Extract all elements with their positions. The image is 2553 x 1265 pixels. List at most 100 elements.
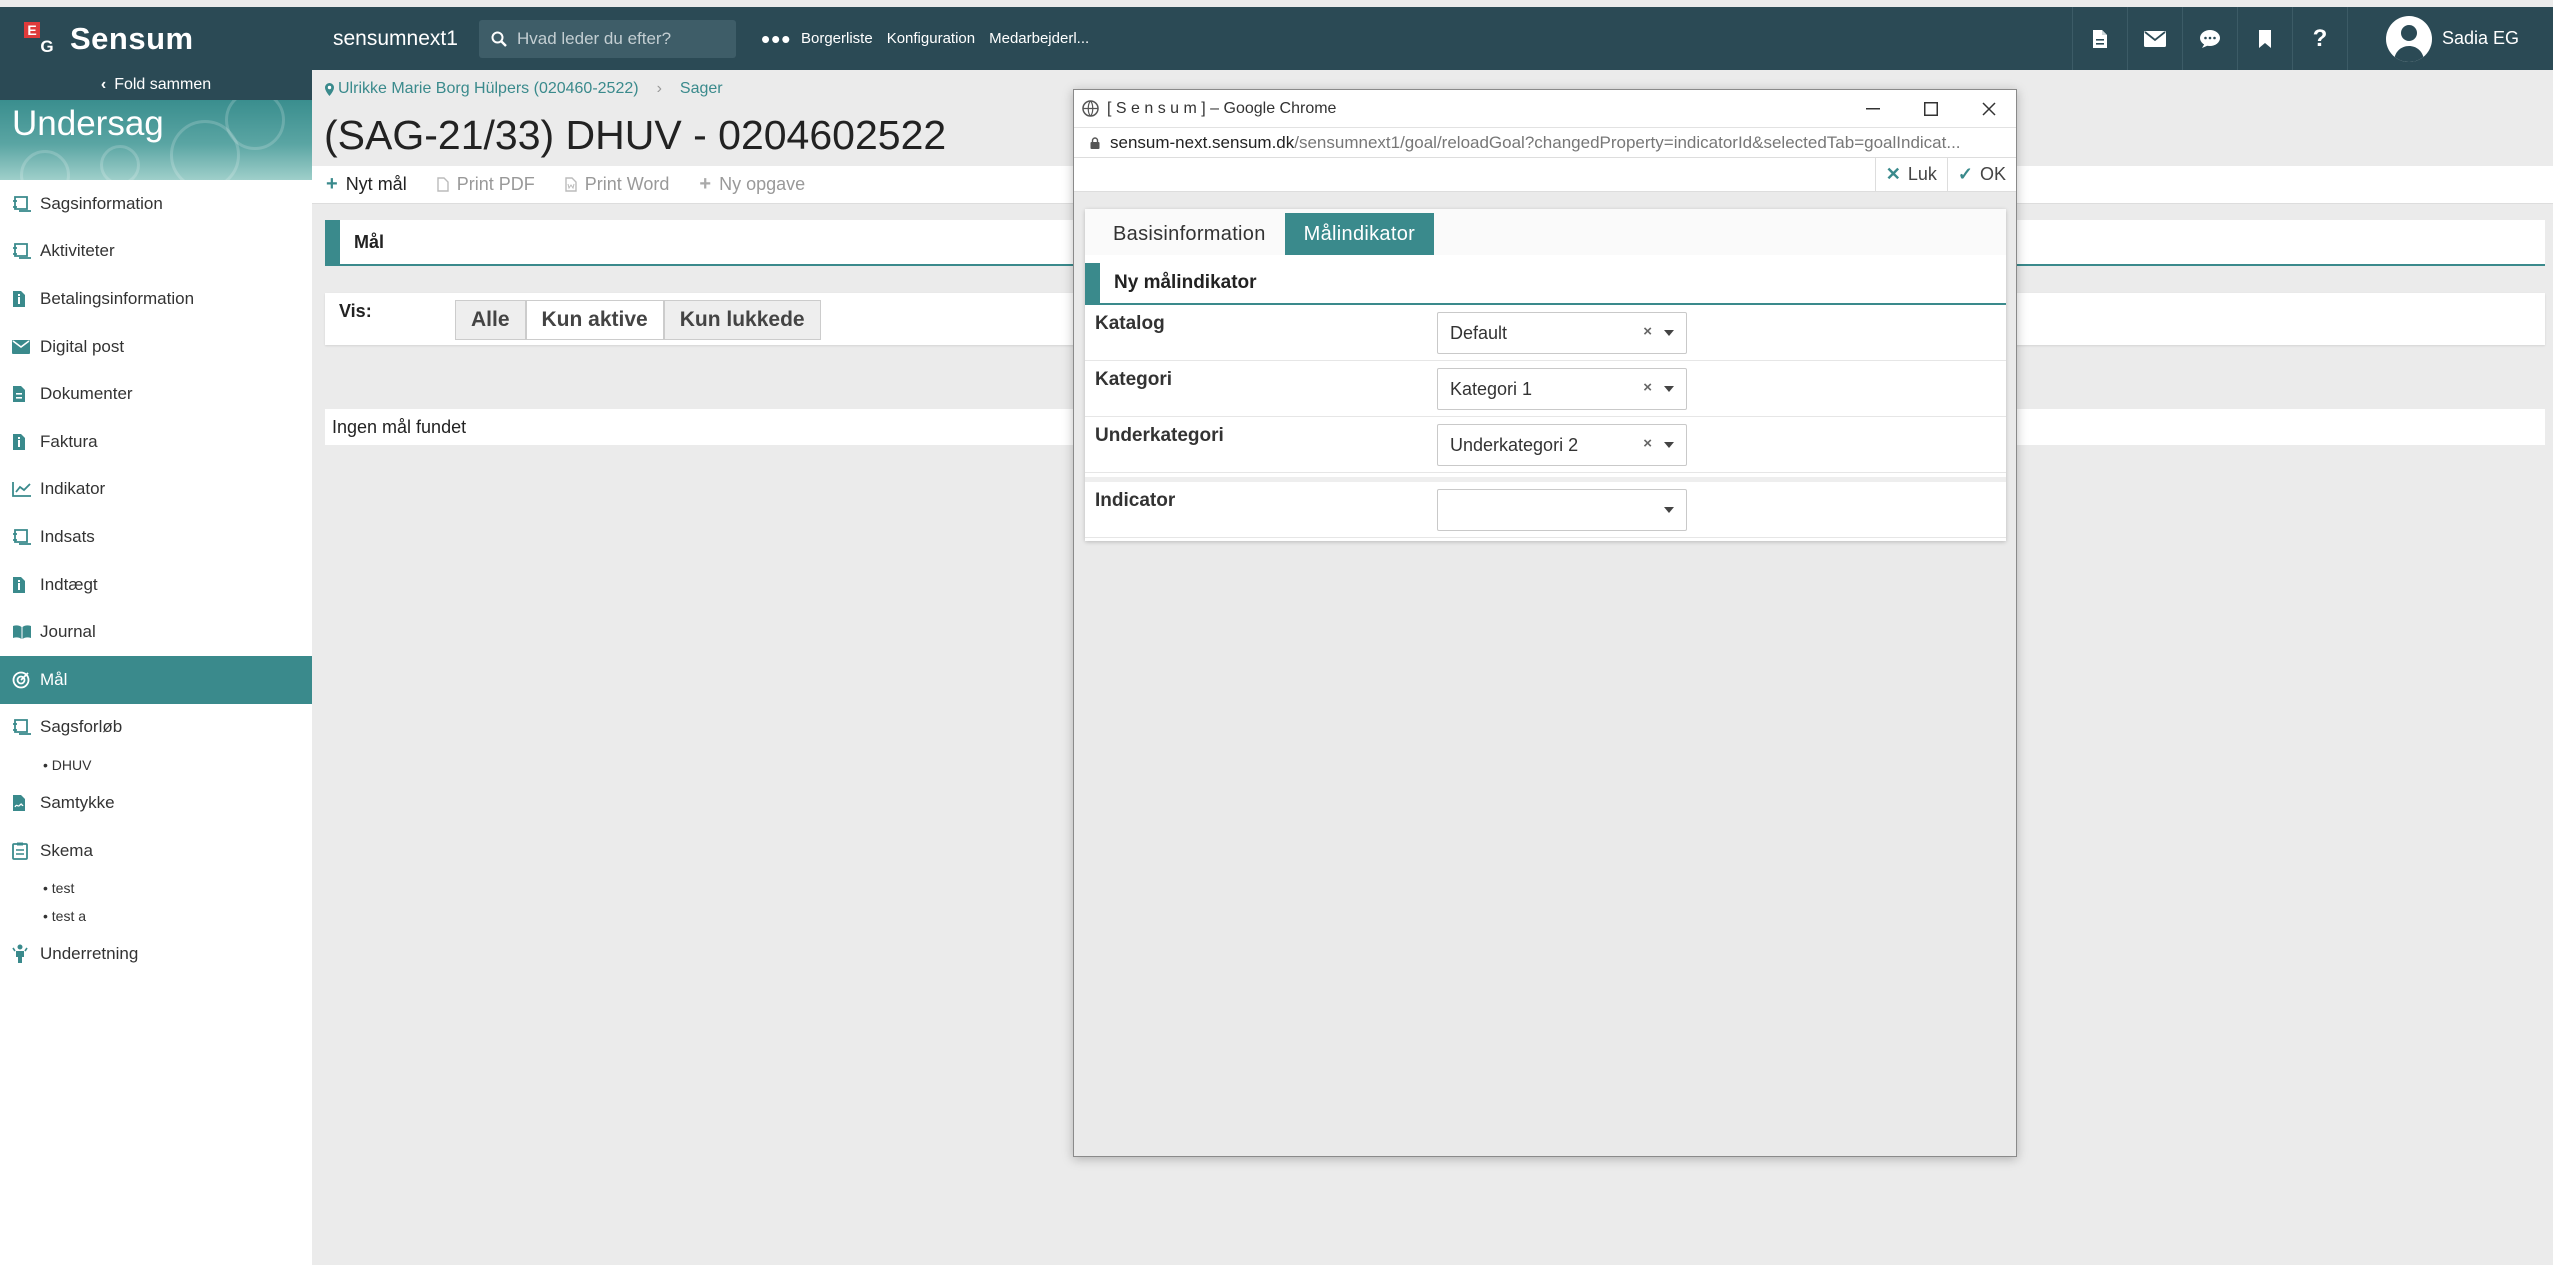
sidebar-item-label: Sagsforløb [40, 717, 123, 737]
sidebar-item-indtaegt[interactable]: Indtægt [0, 561, 312, 609]
clear-icon[interactable]: × [1643, 435, 1652, 452]
page-title: (SAG-21/33) DHUV - 0204602522 [324, 112, 947, 158]
breadcrumb-person[interactable]: Ulrikke Marie Borg Hülpers (020460-2522) [338, 80, 639, 98]
sidebar-item-indikator[interactable]: Indikator [0, 466, 312, 514]
sidebar-nav: Sagsinformation Aktiviteter Betalingsinf… [0, 180, 312, 978]
document-icon [2092, 29, 2107, 48]
help-button[interactable]: ? [2291, 7, 2347, 70]
ok-label: OK [1979, 164, 2006, 184]
sidebar-item-digital-post[interactable]: Digital post [0, 323, 312, 371]
ok-button[interactable]: ✓ OK [1946, 157, 2016, 192]
sidebar-item-label: Indsats [40, 526, 95, 546]
sidebar-item-sagsinformation[interactable]: Sagsinformation [0, 180, 312, 228]
document-icon [13, 386, 25, 403]
kategori-label: Kategori [1095, 369, 1173, 390]
tab-maalindikator[interactable]: Målindikator [1284, 213, 1435, 255]
caret-down-icon [1664, 442, 1674, 448]
case-type-banner: Undersag [0, 100, 312, 180]
sidebar-subitem-dhuv[interactable]: • DHUV [0, 751, 312, 779]
signature-icon [13, 794, 25, 811]
sidebar-subitem-test[interactable]: • test [0, 874, 312, 902]
katalog-row: Katalog Default × [1085, 305, 2006, 361]
tab-basisinformation[interactable]: Basisinformation [1094, 213, 1285, 255]
sidebar-item-maal[interactable]: Mål [0, 655, 312, 704]
documents-button[interactable] [2071, 7, 2127, 70]
popup-window-title: [ S e n s u m ] – Google Chrome [1107, 99, 1337, 117]
print-word-label: Print Word [584, 174, 670, 194]
new-goal-button[interactable]: + Nyt mål [326, 173, 407, 196]
search-box[interactable] [479, 19, 736, 58]
clear-icon[interactable]: × [1643, 379, 1652, 396]
address-bar[interactable]: sensum-next.sensum.dk/sensumnext1/goal/r… [1074, 128, 2016, 158]
sidebar-item-label: Indikator [40, 479, 106, 499]
document-info-icon [13, 576, 25, 593]
caret-down-icon [1664, 386, 1674, 392]
user-icon [2393, 24, 2424, 62]
close-dialog-button[interactable]: ✕ Luk [1874, 157, 1947, 192]
sidebar-item-aktiviteter[interactable]: Aktiviteter [0, 228, 312, 276]
breadcrumb-sager[interactable]: Sager [680, 80, 723, 98]
section-title: Ny målindikator [1085, 263, 2006, 305]
nav-link-konfiguration[interactable]: Konfiguration [887, 30, 975, 47]
close-window-button[interactable] [1960, 90, 2018, 128]
sidebar-item-underretning[interactable]: Underretning [0, 930, 312, 978]
case-icon [13, 529, 31, 545]
search-input[interactable] [517, 28, 717, 49]
sidebar-item-betalingsinformation[interactable]: Betalingsinformation [0, 275, 312, 323]
user-menu[interactable]: Sadia EG [2346, 7, 2553, 70]
eg-logo-icon: EG [24, 21, 58, 56]
sidebar-item-skema[interactable]: Skema [0, 827, 312, 875]
top-navigation-bar: EG Sensum sensumnext1 ••• Borgerliste Ko… [0, 7, 2553, 70]
app-logo[interactable]: EG Sensum [0, 7, 312, 70]
print-pdf-button[interactable]: Print PDF [437, 174, 535, 195]
chrome-globe-icon [1082, 100, 1099, 117]
messages-button[interactable] [2126, 7, 2182, 70]
check-icon: ✓ [1957, 164, 1973, 184]
fold-sidebar-button[interactable]: ‹ Fold sammen [0, 70, 312, 100]
url-host: sensum-next.sensum.dk [1110, 132, 1295, 152]
file-pdf-icon [437, 177, 449, 192]
katalog-select[interactable]: Default × [1437, 312, 1687, 354]
bookmarks-button[interactable] [2236, 7, 2292, 70]
sidebar-item-indsats[interactable]: Indsats [0, 513, 312, 561]
minimize-button[interactable] [1844, 90, 1902, 128]
chevron-left-icon: ‹ [100, 76, 107, 93]
plus-icon: + [326, 173, 338, 195]
form-tabs: Basisinformation Målindikator [1085, 209, 2006, 255]
document-info-icon [13, 433, 25, 450]
clear-icon[interactable]: × [1643, 323, 1652, 340]
close-icon: ✕ [1885, 164, 1901, 184]
filter-active-only-button[interactable]: Kun aktive [525, 300, 664, 340]
chat-bubble-icon [2199, 29, 2220, 48]
print-word-button[interactable]: Print Word [565, 174, 670, 195]
indicator-row: Indicator [1085, 477, 2006, 538]
case-icon [13, 243, 31, 260]
underkategori-value: Underkategori 2 [1450, 434, 1579, 455]
sidebar-item-faktura[interactable]: Faktura [0, 418, 312, 466]
filter-closed-only-button[interactable]: Kun lukkede [663, 300, 821, 340]
sidebar-item-samtykke[interactable]: Samtykke [0, 779, 312, 827]
underkategori-label: Underkategori [1095, 425, 1224, 446]
kategori-select[interactable]: Kategori 1 × [1437, 368, 1687, 410]
maximize-button[interactable] [1902, 90, 1960, 128]
sidebar-subitem-test-a[interactable]: • test a [0, 902, 312, 930]
filter-label: Vis: [339, 301, 372, 321]
underkategori-select[interactable]: Underkategori 2 × [1437, 424, 1687, 466]
chat-button[interactable] [2181, 7, 2237, 70]
nav-link-borgerliste[interactable]: Borgerliste [801, 30, 873, 47]
more-menu-button[interactable]: ••• [761, 26, 801, 52]
nav-link-medarbejderliste[interactable]: Medarbejderl... [989, 30, 1089, 47]
breadcrumb: Ulrikke Marie Borg Hülpers (020460-2522)… [325, 80, 723, 98]
sidebar-item-dokumenter[interactable]: Dokumenter [0, 370, 312, 418]
user-name: Sadia EG [2441, 28, 2519, 48]
sidebar-item-sagsforlob[interactable]: Sagsforløb [0, 704, 312, 752]
sidebar-item-journal[interactable]: Journal [0, 608, 312, 656]
goal-indicator-form: Basisinformation Målindikator Ny målindi… [1085, 209, 2006, 541]
system-name: sensumnext1 [333, 26, 458, 50]
case-icon [13, 719, 31, 736]
sidebar-item-label: Faktura [40, 431, 98, 451]
case-type-title: Undersag [12, 104, 164, 143]
filter-all-button[interactable]: Alle [455, 300, 526, 340]
indicator-select[interactable] [1437, 489, 1687, 531]
new-task-button[interactable]: + Ny opgave [699, 173, 805, 196]
